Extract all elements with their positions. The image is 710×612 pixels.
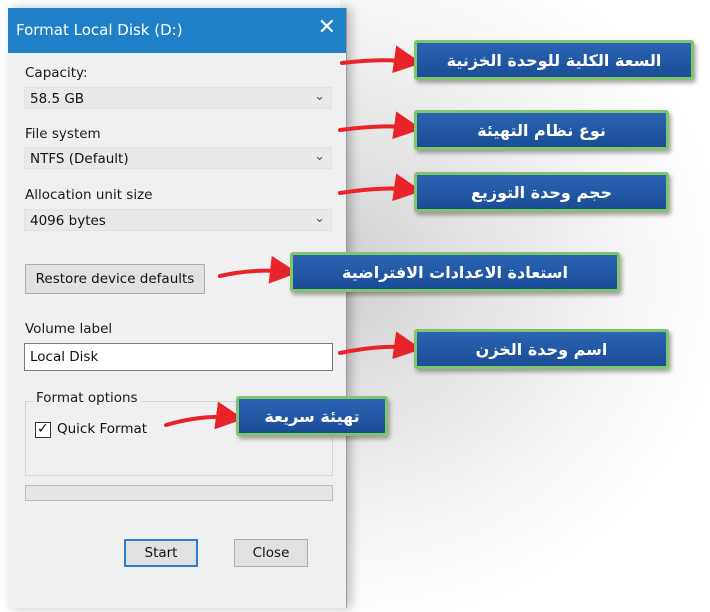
callout-volume: اسم وحدة الخزن	[414, 329, 669, 369]
allocation-unit-select[interactable]: 4096 bytes ⌄	[24, 209, 332, 231]
window-title: Format Local Disk (D:)	[16, 21, 183, 39]
allocation-unit-label: Allocation unit size	[25, 187, 153, 203]
format-dialog: Format Local Disk (D:) ✕ Capacity: 58.5 …	[8, 8, 347, 608]
file-system-value: NTFS (Default)	[30, 151, 129, 167]
allocation-unit-value: 4096 bytes	[30, 213, 106, 229]
close-icon[interactable]: ✕	[318, 16, 336, 40]
volume-label-input[interactable]	[30, 349, 320, 365]
callout-capacity: السعة الكلية للوحدة الخزنية	[414, 40, 694, 80]
check-icon: ✓	[37, 421, 49, 437]
capacity-value: 58.5 GB	[30, 91, 85, 107]
volume-label-label: Volume label	[25, 321, 113, 337]
capacity-label: Capacity:	[25, 65, 88, 81]
chevron-down-icon: ⌄	[314, 89, 325, 104]
callout-restore: استعادة الاعدادات الافتراضية	[290, 252, 620, 292]
format-progress-bar	[25, 485, 333, 501]
quick-format-label[interactable]: Quick Format	[57, 421, 147, 437]
callout-file-system: نوع نظام التهيئة	[414, 110, 669, 150]
file-system-select[interactable]: NTFS (Default) ⌄	[24, 147, 332, 169]
chevron-down-icon: ⌄	[314, 149, 325, 164]
close-button[interactable]: Close	[234, 539, 308, 567]
shadow-backdrop	[340, 0, 710, 612]
start-button[interactable]: Start	[124, 539, 198, 567]
format-options-title: Format options	[33, 390, 141, 406]
restore-defaults-button[interactable]: Restore device defaults	[25, 264, 205, 294]
title-bar: Format Local Disk (D:) ✕	[8, 8, 346, 53]
file-system-label: File system	[25, 126, 101, 142]
quick-format-checkbox[interactable]: ✓	[35, 421, 51, 438]
callout-quick-format: تهيئة سريعة	[236, 396, 388, 436]
chevron-down-icon: ⌄	[314, 211, 325, 226]
callout-allocation: حجم وحدة التوزيع	[414, 172, 669, 212]
capacity-select[interactable]: 58.5 GB ⌄	[24, 87, 332, 109]
volume-label-field[interactable]	[24, 343, 333, 371]
